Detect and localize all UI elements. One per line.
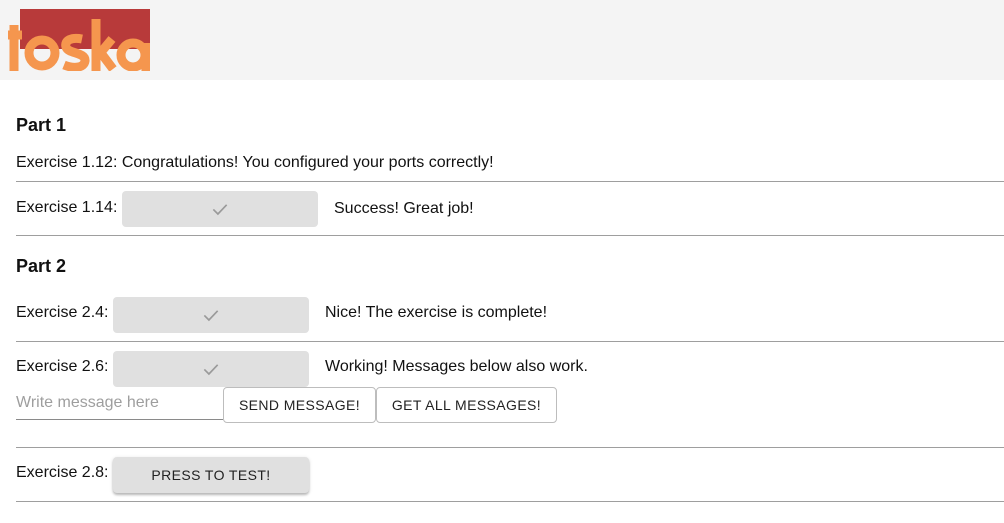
exercise-2-4-check-button[interactable]	[113, 297, 309, 333]
check-icon	[203, 364, 219, 376]
exercise-2-6-check-button[interactable]	[113, 351, 309, 387]
part2-heading: Part 2	[16, 256, 67, 276]
part1-heading: Part 1	[16, 115, 67, 135]
check-icon	[203, 310, 219, 322]
divider	[16, 181, 1004, 182]
press-to-test-button[interactable]: PRESS TO TEST!	[113, 457, 309, 493]
divider	[16, 235, 1004, 236]
exercise-2-4-label: Exercise 2.4:	[16, 304, 109, 321]
send-message-button[interactable]: SEND MESSAGE!	[223, 387, 376, 423]
toska-logo	[8, 9, 150, 71]
check-icon	[212, 204, 228, 216]
exercise-1-14-result: Success! Great job!	[334, 200, 474, 217]
header-bar	[0, 0, 1004, 80]
divider	[16, 501, 1004, 502]
exercise-2-6-label: Exercise 2.6:	[16, 358, 109, 375]
exercise-1-12-text: Exercise 1.12: Congratulations! You conf…	[16, 154, 494, 171]
exercise-1-14-label: Exercise 1.14:	[16, 199, 118, 216]
message-input[interactable]	[16, 386, 223, 420]
get-all-messages-button[interactable]: GET ALL MESSAGES!	[376, 387, 557, 423]
divider	[16, 341, 1004, 342]
exercise-2-6-result: Working! Messages below also work.	[325, 358, 588, 375]
exercise-1-14-check-button[interactable]	[122, 191, 318, 227]
divider	[16, 447, 1004, 448]
exercise-2-4-result: Nice! The exercise is complete!	[325, 304, 548, 321]
exercise-2-8-label: Exercise 2.8:	[16, 464, 109, 481]
